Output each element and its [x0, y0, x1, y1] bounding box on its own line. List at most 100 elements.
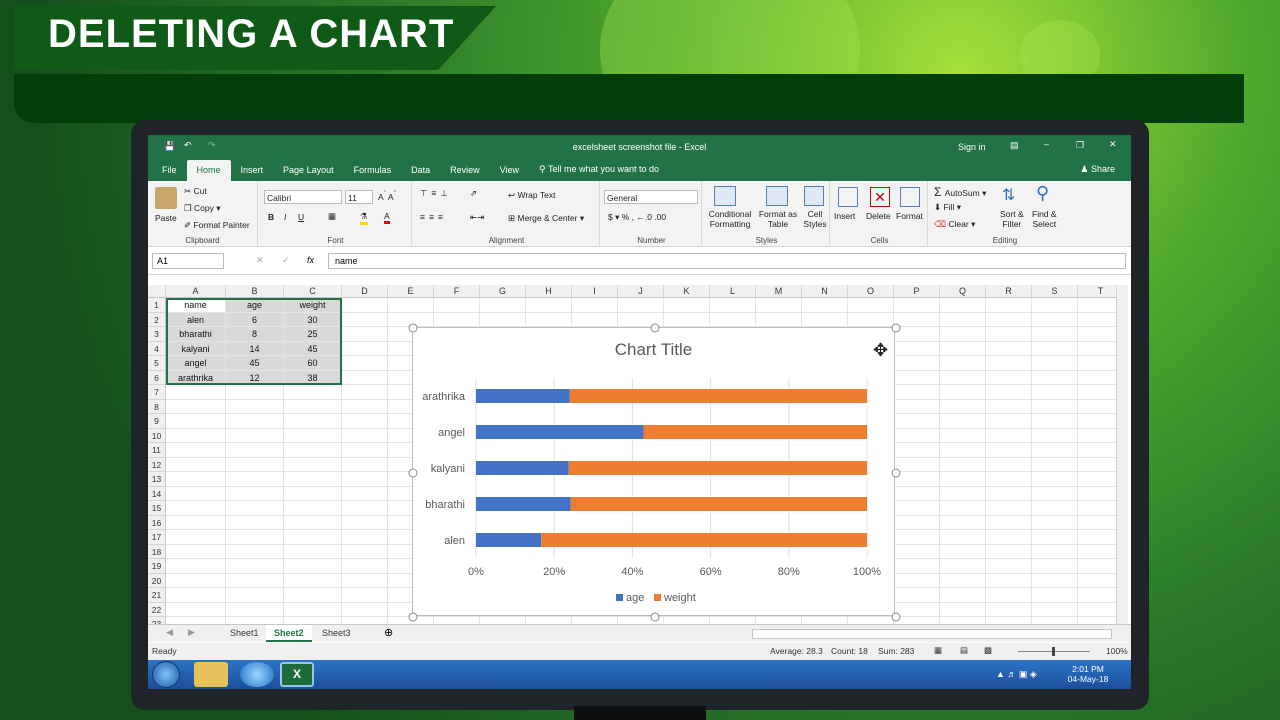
select-all-corner[interactable]	[148, 285, 166, 298]
clear-button[interactable]: ⌫ Clear ▾	[934, 219, 975, 230]
row-header-10[interactable]: 10	[148, 428, 166, 443]
column-header-D[interactable]: D	[342, 285, 388, 298]
row-header-14[interactable]: 14	[148, 486, 166, 501]
tray-icons[interactable]: ▲ ♬ ▣ ◈	[996, 669, 1037, 680]
vertical-scrollbar[interactable]	[1116, 285, 1128, 625]
column-header-P[interactable]: P	[894, 285, 940, 298]
column-header-L[interactable]: L	[710, 285, 756, 298]
conditional-formatting-icon[interactable]	[714, 186, 736, 206]
resize-handle[interactable]	[408, 612, 418, 622]
row-header-15[interactable]: 15	[148, 501, 166, 516]
normal-view-icon[interactable]: ▦	[934, 645, 942, 656]
zoom-thumb[interactable]	[1052, 647, 1055, 656]
row-header-21[interactable]: 21	[148, 588, 166, 603]
tab-home[interactable]: Home	[186, 160, 231, 181]
font-size-select[interactable]: 11	[345, 190, 373, 204]
system-clock[interactable]: 2:01 PM 04-May-18	[1064, 664, 1112, 684]
currency-percent-icons[interactable]: $ ▾ % , ←.0 .00	[608, 212, 666, 223]
column-header-N[interactable]: N	[802, 285, 848, 298]
format-painter-button[interactable]: ✐ Format Painter	[184, 220, 250, 231]
conditional-formatting-button[interactable]: Conditional Formatting	[704, 209, 756, 229]
column-header-R[interactable]: R	[986, 285, 1032, 298]
internet-explorer-icon[interactable]	[240, 662, 274, 687]
bold-button[interactable]: B	[268, 212, 274, 222]
tab-formulas[interactable]: Formulas	[344, 160, 402, 181]
italic-button[interactable]: I	[284, 212, 286, 222]
excel-taskbar-icon[interactable]: X	[280, 662, 314, 687]
column-header-S[interactable]: S	[1032, 285, 1078, 298]
row-header-19[interactable]: 19	[148, 559, 166, 574]
row-header-13[interactable]: 13	[148, 472, 166, 487]
tab-page-layout[interactable]: Page Layout	[273, 160, 344, 181]
resize-handle[interactable]	[891, 612, 901, 622]
cut-button[interactable]: ✂ Cut	[184, 186, 207, 197]
start-button-icon[interactable]	[152, 661, 180, 688]
column-header-E[interactable]: E	[388, 285, 434, 298]
row-header-11[interactable]: 11	[148, 443, 166, 458]
resize-handle[interactable]	[891, 323, 901, 333]
row-header-18[interactable]: 18	[148, 544, 166, 559]
row-header-7[interactable]: 7	[148, 385, 166, 400]
vertical-align-icons[interactable]: ⊤≡⊥	[420, 188, 452, 199]
column-header-C[interactable]: C	[284, 285, 342, 298]
column-header-B[interactable]: B	[226, 285, 284, 298]
column-header-O[interactable]: O	[848, 285, 894, 298]
column-header-F[interactable]: F	[434, 285, 480, 298]
column-header-M[interactable]: M	[756, 285, 802, 298]
row-header-3[interactable]: 3	[148, 327, 166, 342]
column-header-K[interactable]: K	[664, 285, 710, 298]
column-header-A[interactable]: A	[166, 285, 226, 298]
enter-icon[interactable]: ✓	[282, 255, 290, 266]
row-header-9[interactable]: 9	[148, 414, 166, 429]
delete-cells-icon[interactable]: ✕	[870, 187, 890, 207]
row-header-6[interactable]: 6	[148, 370, 166, 385]
close-icon[interactable]: ✕	[1109, 139, 1117, 150]
row-header-16[interactable]: 16	[148, 515, 166, 530]
row-header-17[interactable]: 17	[148, 530, 166, 545]
format-as-table-icon[interactable]	[766, 186, 788, 206]
column-header-Q[interactable]: Q	[940, 285, 986, 298]
tab-view[interactable]: View	[490, 160, 529, 181]
border-icon[interactable]: ▦	[328, 211, 336, 222]
page-layout-view-icon[interactable]: ▤	[960, 645, 968, 656]
restore-icon[interactable]: ❐	[1076, 140, 1084, 151]
sheet-tab-1[interactable]: Sheet1	[222, 625, 267, 642]
tab-insert[interactable]: Insert	[231, 160, 274, 181]
format-cells-icon[interactable]	[900, 187, 920, 207]
resize-handle[interactable]	[408, 468, 418, 477]
add-sheet-icon[interactable]: ⊕	[384, 626, 393, 639]
resize-handle[interactable]	[650, 323, 659, 333]
row-header-5[interactable]: 5	[148, 356, 166, 371]
column-header-J[interactable]: J	[618, 285, 664, 298]
insert-function-button[interactable]: fx	[307, 255, 314, 265]
row-header-20[interactable]: 20	[148, 573, 166, 588]
tab-review[interactable]: Review	[440, 160, 490, 181]
next-sheet-icon[interactable]: ▶	[188, 627, 195, 638]
name-box[interactable]: A1	[152, 253, 224, 269]
resize-handle[interactable]	[650, 612, 659, 622]
format-as-table-button[interactable]: Format as Table	[756, 209, 800, 229]
tab-data[interactable]: Data	[401, 160, 440, 181]
sort-filter-button[interactable]: Sort & Filter	[1000, 209, 1024, 229]
fill-color-icon[interactable]: ⚗	[360, 211, 368, 225]
zoom-level[interactable]: 100%	[1106, 646, 1128, 656]
orientation-icon[interactable]: ⇗	[470, 188, 477, 199]
tell-me-box[interactable]: ⚲ Tell me what you want to do	[529, 159, 669, 181]
row-header-22[interactable]: 22	[148, 602, 166, 617]
insert-cells-button[interactable]: Insert	[834, 211, 855, 221]
row-header-4[interactable]: 4	[148, 341, 166, 356]
wrap-text-button[interactable]: ↩ Wrap Text	[508, 190, 555, 201]
delete-cells-button[interactable]: Delete	[866, 211, 891, 221]
paste-icon[interactable]	[155, 187, 177, 209]
resize-handle[interactable]	[891, 468, 901, 477]
row-header-12[interactable]: 12	[148, 457, 166, 472]
minimize-icon[interactable]: –	[1044, 139, 1049, 149]
find-select-icon[interactable]: ⚲	[1036, 183, 1049, 204]
merge-center-button[interactable]: ⊞ Merge & Center ▾	[508, 213, 584, 224]
column-header-H[interactable]: H	[526, 285, 572, 298]
horizontal-align-icons[interactable]: ≡≡≡	[420, 212, 447, 222]
number-format-select[interactable]: General	[604, 190, 698, 204]
column-header-I[interactable]: I	[572, 285, 618, 298]
cell-styles-button[interactable]: Cell Styles	[800, 209, 830, 229]
column-header-G[interactable]: G	[480, 285, 526, 298]
